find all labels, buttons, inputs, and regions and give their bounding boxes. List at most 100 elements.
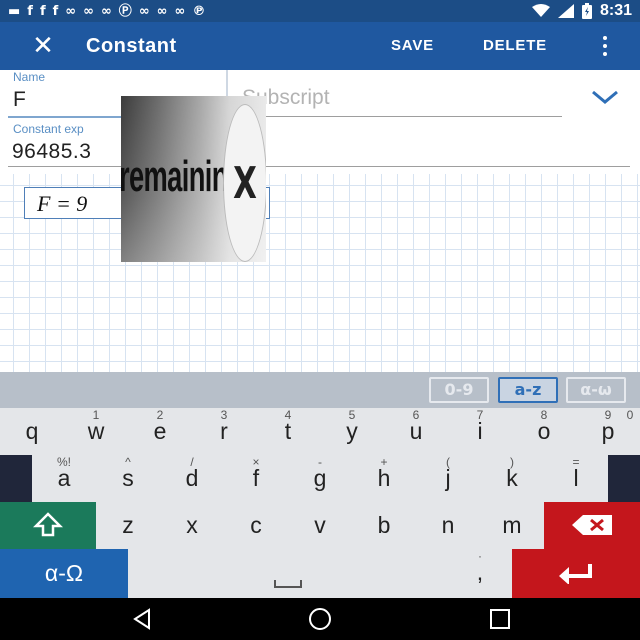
wifi-icon xyxy=(531,4,550,17)
constant-form: Name F Subscript Constant exp 96485.3 xyxy=(0,70,640,174)
mode-digits-button[interactable]: 0-9 xyxy=(429,377,489,403)
key-label: s xyxy=(122,465,134,491)
key-f[interactable]: × f xyxy=(224,455,288,502)
key-label: w xyxy=(87,418,105,444)
key-r[interactable]: 3r xyxy=(192,408,256,455)
enter-key[interactable] xyxy=(512,549,640,598)
key-s[interactable]: ^ s xyxy=(96,455,160,502)
facebook-icon: f xyxy=(27,3,33,19)
shift-key[interactable] xyxy=(0,502,96,549)
greek-toggle-key[interactable]: α-Ω xyxy=(0,549,128,598)
close-icon[interactable]: ✕ xyxy=(0,33,86,59)
greek-toggle-label: α-Ω xyxy=(44,560,84,586)
backspace-key[interactable] xyxy=(544,502,640,549)
app-icon: ∞ xyxy=(138,3,150,19)
key-l[interactable]: = l xyxy=(544,455,608,502)
key-label: b xyxy=(377,512,391,538)
delete-button[interactable]: DELETE xyxy=(483,22,547,70)
save-button[interactable]: SAVE xyxy=(391,22,434,70)
key-a[interactable]: %! a xyxy=(32,455,96,502)
key-x[interactable]: x xyxy=(160,502,224,549)
key-v[interactable]: v xyxy=(288,502,352,549)
overflow-menu-icon[interactable] xyxy=(600,34,610,58)
key-hint-0: 0 xyxy=(620,408,640,422)
key-label: a xyxy=(57,465,71,491)
key-label: m xyxy=(502,512,522,538)
key-label: v xyxy=(314,512,326,538)
ad-close-button[interactable]: X xyxy=(223,104,266,262)
system-nav-bar xyxy=(0,598,640,640)
app-icon: ∞ xyxy=(83,3,94,19)
key-n[interactable]: n xyxy=(416,502,480,549)
key-d[interactable]: / d xyxy=(160,455,224,502)
key-hint: 0 xyxy=(626,408,634,422)
key-m[interactable]: m xyxy=(480,502,544,549)
key-label: y xyxy=(346,418,358,444)
key-t[interactable]: 4t xyxy=(256,408,320,455)
app-icon: ∞ xyxy=(174,3,186,19)
p-icon: Ⓟ xyxy=(118,3,132,19)
key-label: f xyxy=(252,465,260,491)
key-label: i xyxy=(477,418,483,444)
expression-field[interactable]: 96485.3 xyxy=(12,140,91,164)
signal-icon xyxy=(557,4,574,18)
battery-icon xyxy=(581,3,592,19)
key-label: r xyxy=(220,418,228,444)
key-h[interactable]: + h xyxy=(352,455,416,502)
enter-icon xyxy=(559,564,592,584)
key-o[interactable]: 8o xyxy=(512,408,576,455)
key-e[interactable]: 2e xyxy=(128,408,192,455)
key-label: t xyxy=(284,418,292,444)
key-w[interactable]: 1w xyxy=(64,408,128,455)
status-time: 8:31 xyxy=(599,2,632,19)
mode-latin-button[interactable]: a-z xyxy=(498,377,558,403)
key-b[interactable]: b xyxy=(352,502,416,549)
key-y[interactable]: 5y xyxy=(320,408,384,455)
recents-icon[interactable] xyxy=(488,607,512,631)
status-bar: ▬ f f f ∞ ∞ ∞ Ⓟ ∞ ∞ ∞ ℗ 8:31 xyxy=(0,0,640,22)
backspace-icon xyxy=(572,515,612,535)
space-key[interactable] xyxy=(128,549,448,598)
key-label: d xyxy=(185,465,199,491)
facebook-icon: f xyxy=(39,3,46,19)
name-value[interactable]: F xyxy=(13,88,26,112)
key-label: h xyxy=(377,465,391,491)
key-label: c xyxy=(250,512,262,538)
close-icon: X xyxy=(233,157,257,209)
page-title: Constant xyxy=(86,34,177,57)
comma-key[interactable]: · , xyxy=(448,549,512,598)
comma-label: , xyxy=(476,559,484,585)
key-label: o xyxy=(537,418,551,444)
app-icon: ∞ xyxy=(65,3,77,19)
facebook-icon: f xyxy=(52,3,59,19)
formula-preview-text: F = 9 xyxy=(37,191,88,216)
key-g[interactable]: -g xyxy=(288,455,352,502)
keyboard-mode-bar: 0-9 a-z α-ω xyxy=(0,372,640,408)
key-label: x xyxy=(186,512,198,538)
ad-overlay[interactable]: remaining X xyxy=(121,96,266,262)
key-c[interactable]: c xyxy=(224,502,288,549)
notification-icon: ▬ xyxy=(8,3,21,19)
key-j[interactable]: (j xyxy=(416,455,480,502)
keyboard-gutter-right xyxy=(608,455,640,502)
subscript-underline xyxy=(240,116,562,117)
app-bar: ✕ Constant SAVE DELETE xyxy=(0,22,640,70)
key-q[interactable]: q xyxy=(0,408,64,455)
key-label: l xyxy=(573,465,579,491)
home-icon[interactable] xyxy=(308,607,332,631)
back-icon[interactable] xyxy=(130,607,154,631)
key-u[interactable]: 6u xyxy=(384,408,448,455)
pinterest-icon: ℗ xyxy=(192,3,206,19)
keyboard-gutter-left xyxy=(0,455,32,502)
app-icon: ∞ xyxy=(156,3,168,19)
key-label: z xyxy=(122,512,134,538)
key-z[interactable]: z xyxy=(96,502,160,549)
key-label: u xyxy=(409,418,423,444)
keyboard: q1w2e3r4t5y6u7i8o9p 0 %! a ^ s / d × f - g + h(j) k =… xyxy=(0,408,640,598)
key-k[interactable]: ) k xyxy=(480,455,544,502)
chevron-down-icon[interactable] xyxy=(590,88,620,106)
mode-greek-button[interactable]: α-ω xyxy=(566,377,626,403)
expression-underline xyxy=(8,166,630,167)
key-label: j xyxy=(445,465,451,491)
key-i[interactable]: 7i xyxy=(448,408,512,455)
